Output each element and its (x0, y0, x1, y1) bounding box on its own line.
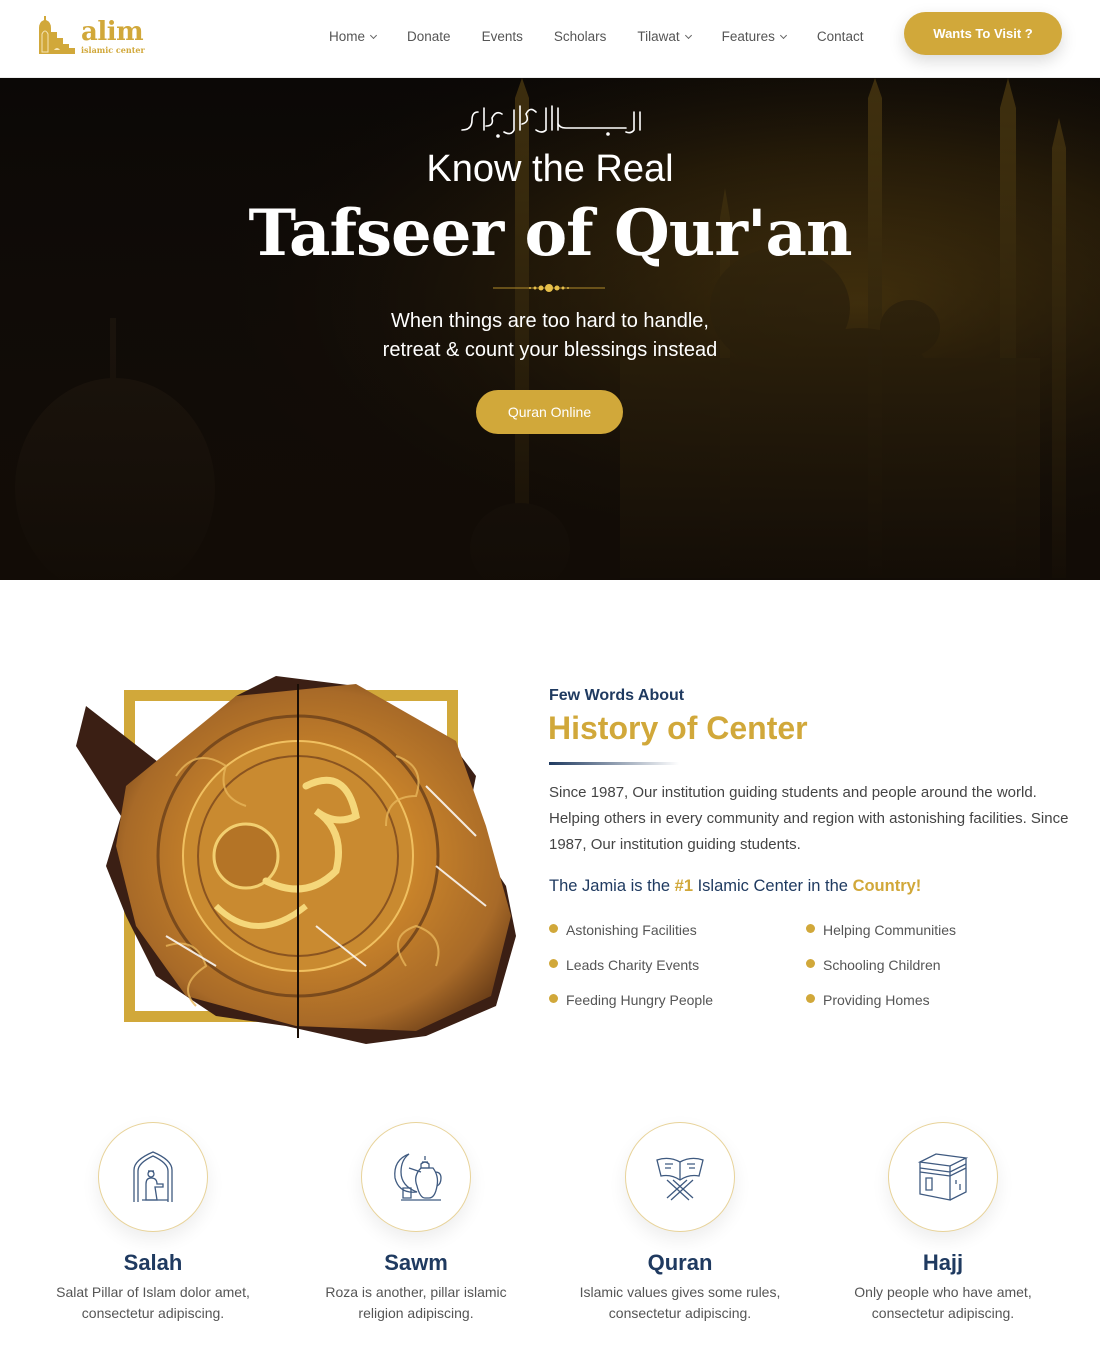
golden-medallion-image (76, 676, 516, 1044)
nav-item-home[interactable]: Home (329, 29, 378, 44)
bullet-dot-icon (806, 958, 815, 968)
pillar-description: Roza is another, pillar islamic religion … (286, 1282, 546, 1324)
list-item: Feeding Hungry People (549, 990, 806, 1010)
pillar-title: Sawm (384, 1250, 448, 1275)
nav-item-events[interactable]: Events (482, 29, 523, 44)
history-image (66, 666, 520, 1046)
history-body: Since 1987, Our institution guiding stud… (549, 784, 1069, 853)
brand-name: alim (81, 17, 144, 47)
prayer-mihrab-icon (133, 1151, 173, 1202)
nav-item-scholars[interactable]: Scholars (554, 29, 607, 44)
pillar-desc-line: consectetur adipiscing. (871, 1305, 1015, 1321)
pillar-icon-circle (98, 1122, 208, 1232)
mosque-logo-icon (39, 16, 75, 54)
hero-banner: Know the Real Tafseer of Qur'an When thi… (0, 78, 1100, 580)
main-nav: Home Donate Events Scholars Tilawat Feat… (329, 29, 894, 44)
chevron-down-icon (779, 31, 787, 39)
bullet-dot-icon (549, 923, 558, 933)
pillar-description: Only people who have amet, consectetur ad… (813, 1282, 1073, 1324)
pillar-desc-line: consectetur adipiscing. (608, 1305, 752, 1321)
hero-subtitle-line: When things are too hard to handle, (391, 310, 709, 332)
pillar-desc-line: Islamic values gives some rules, (579, 1284, 781, 1300)
feature-label: Schooling Children (823, 957, 941, 973)
nav-label: Donate (407, 29, 451, 44)
section-kicker: Few Words About (549, 687, 685, 704)
pillar-icon-circle (361, 1122, 471, 1232)
pillar-title: Hajj (922, 1250, 964, 1275)
pillar-title: Salah (123, 1250, 183, 1275)
tagline-text: Islamic Center in the (693, 877, 853, 895)
wants-to-visit-button[interactable]: Wants To Visit ? (904, 12, 1062, 55)
nav-label: Scholars (553, 29, 607, 44)
feature-label: Astonishing Facilities (566, 922, 697, 938)
bullet-dot-icon (806, 923, 815, 933)
list-item: Helping Communities (806, 920, 1029, 940)
pillar-card-sawm[interactable]: Sawm Roza is another, pillar islamic reli… (286, 1122, 546, 1324)
quran-stand-icon (656, 1157, 704, 1201)
section-title: History of Center (548, 710, 808, 746)
pillar-card-salah[interactable]: Salah Salat Pillar of Islam dolor amet, c… (23, 1122, 283, 1324)
feature-label: Helping Communities (823, 922, 957, 938)
title-underline (549, 762, 679, 765)
pillar-icon-circle (625, 1122, 735, 1232)
nav-label: Contact (816, 29, 864, 44)
pillar-card-hajj[interactable]: Hajj Only people who have amet, consectet… (813, 1122, 1073, 1324)
nav-item-features[interactable]: Features (721, 29, 787, 44)
tagline-highlight: Country! (852, 877, 922, 895)
ornament-divider-icon (493, 284, 605, 292)
pillar-description: Salat Pillar of Islam dolor amet, consect… (23, 1282, 283, 1324)
pillar-description: Islamic values gives some rules, consecte… (550, 1282, 810, 1324)
pillar-desc-line: Only people who have amet, (854, 1284, 1032, 1300)
bullet-dot-icon (549, 993, 558, 1003)
chevron-down-icon (369, 31, 378, 39)
pillar-card-quran[interactable]: Quran Islamic values gives some rules, co… (550, 1122, 810, 1324)
nav-label: Home (329, 29, 366, 44)
tagline-highlight: #1 (674, 877, 693, 895)
feature-label: Providing Homes (823, 992, 930, 1008)
nav-label: Features (721, 29, 775, 44)
list-item: Leads Charity Events (549, 955, 806, 975)
feature-label: Feeding Hungry People (566, 992, 714, 1008)
nav-label: Tilawat (637, 29, 680, 44)
hero-subtitle: When things are too hard to handle, retr… (0, 307, 1100, 365)
pillar-desc-line: consectetur adipiscing. (81, 1305, 225, 1321)
history-tagline: The Jamia is the #1 Islamic Center in th… (549, 877, 921, 896)
crescent-teapot-icon (394, 1153, 442, 1201)
logo[interactable]: alim islamic center (37, 14, 145, 54)
hero-kicker: Know the Real (426, 148, 674, 190)
pillar-desc-line: religion adipiscing. (358, 1305, 474, 1321)
chevron-down-icon (684, 31, 692, 39)
list-item: Providing Homes (806, 990, 1029, 1010)
tagline-text: The Jamia is the (549, 877, 675, 895)
pillar-desc-line: Roza is another, pillar islamic (325, 1284, 507, 1300)
pillar-desc-line: Salat Pillar of Islam dolor amet, (56, 1284, 250, 1300)
kaaba-icon (917, 1153, 969, 1201)
quran-online-button[interactable]: Quran Online (476, 390, 623, 434)
bullet-dot-icon (549, 958, 558, 968)
nav-label: Events (481, 29, 523, 44)
nav-item-contact[interactable]: Contact (817, 29, 864, 44)
pillar-title: Quran (647, 1250, 713, 1275)
site-header: alim islamic center Home Donate Events S… (0, 0, 1100, 78)
bullet-dot-icon (806, 993, 815, 1003)
bismillah-calligraphy-icon (461, 105, 641, 138)
hero-subtitle-line: retreat & count your blessings instead (382, 339, 718, 361)
features-list: Astonishing Facilities Helping Communiti… (549, 920, 1029, 1010)
nav-item-donate[interactable]: Donate (407, 29, 451, 44)
brand-tagline: islamic center (81, 45, 145, 55)
nav-item-tilawat[interactable]: Tilawat (637, 29, 692, 44)
feature-label: Leads Charity Events (566, 957, 700, 973)
list-item: Schooling Children (806, 955, 1029, 975)
list-item: Astonishing Facilities (549, 920, 806, 940)
hero-title: Tafseer of Qur'an (248, 196, 852, 271)
pillar-icon-circle (888, 1122, 998, 1232)
